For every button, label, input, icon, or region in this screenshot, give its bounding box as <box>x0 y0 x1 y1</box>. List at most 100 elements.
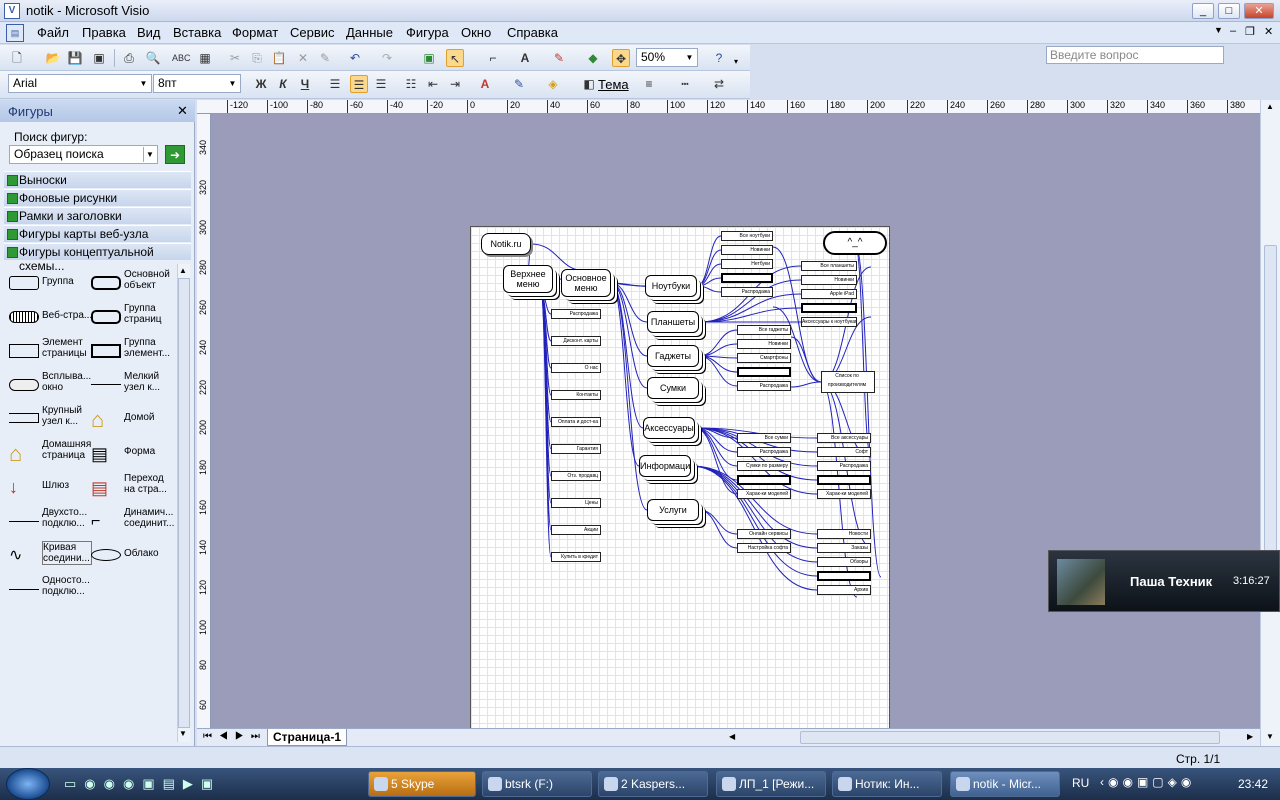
top_items-item-9[interactable]: Купить в кредит <box>551 552 601 562</box>
search-go-icon[interactable]: ➜ <box>165 145 185 164</box>
node-category-6[interactable]: Услуги <box>647 499 699 521</box>
stencil-icon[interactable]: ◆ <box>584 49 602 67</box>
bullets-icon[interactable]: ☷ <box>402 75 420 93</box>
acc-item-4[interactable]: Харак-ки моделей <box>817 489 871 499</box>
scroll-down-icon[interactable]: ▼ <box>179 729 187 738</box>
quick-launch-icons[interactable]: ▭◉◉◉▣▤▶▣ <box>64 776 221 792</box>
shape-cloud[interactable]: Облако <box>88 539 176 573</box>
bags-item-2[interactable]: Сумки по размеру <box>737 461 791 471</box>
ask-question-input[interactable]: Введите вопрос <box>1046 46 1224 64</box>
notebooks-item-2[interactable]: Нетбуки <box>721 259 773 269</box>
notebooks-item-4[interactable]: Распродажа <box>721 287 773 297</box>
line-ends-icon[interactable]: ⇄ <box>710 75 728 93</box>
open-icon[interactable]: 📂 <box>44 49 62 67</box>
notebooks-item-3[interactable] <box>721 273 773 283</box>
scroll-down-icon[interactable]: ▼ <box>1266 732 1274 741</box>
node-root[interactable]: Notik.ru <box>481 233 531 255</box>
task-kaspersky[interactable]: 2 Kaspers... <box>598 771 708 797</box>
task-explorer[interactable]: btsrk (F:) <box>482 771 592 797</box>
cloud-node[interactable]: ^_^ <box>823 231 887 255</box>
help-icon[interactable]: ? <box>710 49 728 67</box>
shape-web-page[interactable]: Веб-стра... <box>6 301 94 335</box>
shape-page-jump[interactable]: ▤ Переход на стра... <box>88 471 176 505</box>
shape-one-way-connector[interactable]: Односто... подклю... <box>6 573 94 607</box>
stencil-backgrounds[interactable]: Фоновые рисунки <box>4 189 191 206</box>
menu-tools[interactable]: Сервис <box>290 25 335 40</box>
shape-page-group[interactable]: Группа страниц <box>88 301 176 335</box>
bags-item-1[interactable]: Распродажа <box>737 447 791 457</box>
stencil-scroll-thumb[interactable] <box>178 278 190 728</box>
redo-icon[interactable]: ↷ <box>378 49 396 67</box>
shape-page-element[interactable]: Элемент страницы <box>6 335 94 369</box>
doc-minimize-icon[interactable]: – <box>1230 25 1236 37</box>
top_items-item-0[interactable]: Распродажа <box>551 309 601 319</box>
connector-tool-icon[interactable]: ⌐ <box>484 49 502 67</box>
shape-home[interactable]: ⌂ Домой <box>88 403 176 437</box>
pointer-tool-icon[interactable]: ↖ <box>446 49 464 67</box>
paste-icon[interactable]: 📋 <box>270 49 288 67</box>
stencil-web-site-map[interactable]: Фигуры карты веб-узла <box>4 225 191 242</box>
menu-window[interactable]: Окно <box>461 25 491 40</box>
task-visio[interactable]: notik - Micr... <box>950 771 1060 797</box>
font-size-combo[interactable]: 8пт ▼ <box>153 74 241 93</box>
top_items-item-7[interactable]: Цены <box>551 498 601 508</box>
cut-icon[interactable]: ✂ <box>226 49 244 67</box>
close-panel-icon[interactable]: ✕ <box>177 103 188 119</box>
stencil-conceptual[interactable]: Фигуры концептуальной схемы... <box>4 243 191 273</box>
gadgets-item-2[interactable]: Смартфоны <box>737 353 791 363</box>
close-button[interactable]: ✕ <box>1244 3 1274 19</box>
format-painter-icon[interactable]: ✎ <box>316 49 334 67</box>
info-item-2[interactable]: Обзоры <box>817 557 871 567</box>
menu-shape[interactable]: Фигура <box>406 25 449 40</box>
shape-search-input[interactable]: Образец поиска ▼ <box>9 145 158 164</box>
notebooks-item-1[interactable]: Новинки <box>721 245 773 255</box>
node-category-0[interactable]: Ноутбуки <box>645 275 697 297</box>
node-category-1[interactable]: Планшеты <box>647 311 699 333</box>
italic-button[interactable]: К <box>274 75 292 93</box>
gadgets-item-3[interactable] <box>737 367 791 377</box>
start-button[interactable] <box>6 768 50 800</box>
top_items-item-1[interactable]: Дисконт. карты <box>551 336 601 346</box>
scroll-right-icon[interactable]: ▶ <box>1247 732 1253 741</box>
research-icon[interactable]: ▦ <box>196 49 214 67</box>
stencil-scrollbar[interactable]: ▲ ▼ <box>177 264 190 742</box>
language-indicator[interactable]: RU <box>1072 776 1089 790</box>
visio-app-icon[interactable]: V <box>4 3 20 19</box>
minimize-button[interactable]: _ <box>1192 3 1214 19</box>
shapes-window-icon[interactable]: ▣ <box>420 49 438 67</box>
drawing-page[interactable]: Notik.ru Верхнее меню Основное меню ^_^ … <box>470 226 890 728</box>
document-icon[interactable]: ▤ <box>6 24 24 42</box>
bold-button[interactable]: Ж <box>252 75 270 93</box>
top_items-item-8[interactable]: Акции <box>551 525 601 535</box>
shape-large-node[interactable]: Крупный узел к... <box>6 403 94 437</box>
scroll-left-icon[interactable]: ◀ <box>729 732 735 741</box>
shape-popup-window[interactable]: Всплыва... окно <box>6 369 94 403</box>
drawing-canvas[interactable]: Notik.ru Верхнее меню Основное меню ^_^ … <box>211 114 1260 728</box>
shape-group[interactable]: Группа <box>6 267 94 301</box>
maximize-button[interactable]: □ <box>1218 3 1240 19</box>
tray-icons[interactable]: ‹◉◉▣▢◈◉ <box>1100 775 1195 789</box>
shape-home-page[interactable]: ⌂ Домашняя страница <box>6 437 94 471</box>
menu-data[interactable]: Данные <box>346 25 393 40</box>
acc-item-3[interactable] <box>817 475 871 485</box>
theme-button[interactable]: Тема <box>598 77 629 92</box>
underline-button[interactable]: Ч <box>296 75 314 93</box>
tablets-item-0[interactable]: Все планшеты <box>801 261 857 271</box>
pan-zoom-icon[interactable]: ✥ <box>612 49 630 67</box>
node-category-3[interactable]: Сумки <box>647 377 699 399</box>
node-category-2[interactable]: Гаджеты <box>647 345 699 367</box>
node-main-menu[interactable]: Основное меню <box>561 269 611 297</box>
notebooks-item-0[interactable]: Все ноутбуки <box>721 231 773 241</box>
zoom-combo[interactable]: 50% ▼ <box>636 48 698 67</box>
vertical-scrollbar[interactable]: ▲ ▼ <box>1260 100 1280 746</box>
node-top-menu[interactable]: Верхнее меню <box>503 265 553 293</box>
top_items-item-4[interactable]: Оплата и дост-ка <box>551 417 601 427</box>
spelling-icon[interactable]: ABC <box>172 49 191 67</box>
align-left-icon[interactable]: ☰ <box>326 75 344 93</box>
info-item-0[interactable]: Новости <box>817 529 871 539</box>
node-category-4[interactable]: Аксессуары <box>643 417 695 439</box>
doc-close-icon[interactable]: ✕ <box>1264 25 1273 38</box>
scroll-up-icon[interactable]: ▲ <box>179 266 187 275</box>
text-tool-icon[interactable]: A <box>516 49 534 67</box>
permission-icon[interactable]: ▣ <box>90 49 108 67</box>
